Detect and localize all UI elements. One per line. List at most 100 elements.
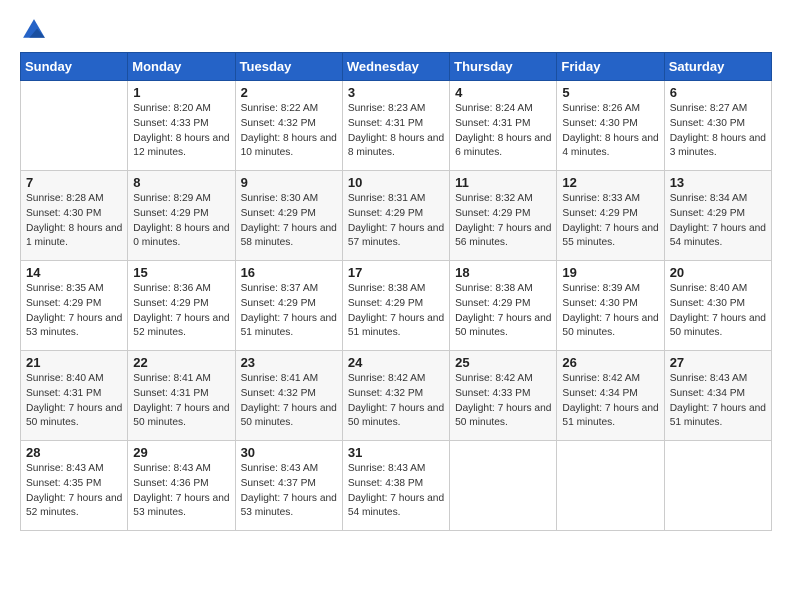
day-info: Sunrise: 8:41 AMSunset: 4:31 PMDaylight:…: [133, 372, 229, 431]
calendar-week-row: 1 Sunrise: 8:20 AMSunset: 4:33 PMDaylight…: [21, 81, 772, 171]
calendar-cell: 14Sunrise: 8:35 AMSunset: 4:29 PMDayligh…: [21, 261, 128, 351]
calendar-cell: [557, 441, 664, 531]
calendar-day-header: Wednesday: [342, 53, 449, 81]
calendar-cell: 2 Sunrise: 8:22 AMSunset: 4:32 PMDaylight…: [235, 81, 342, 171]
day-number: 11: [455, 175, 551, 190]
day-number: 9: [241, 175, 337, 190]
calendar-week-row: 14Sunrise: 8:35 AMSunset: 4:29 PMDayligh…: [21, 261, 772, 351]
day-number: 22: [133, 355, 229, 370]
day-info: Sunrise: 8:43 AMSunset: 4:37 PMDaylight:…: [241, 462, 337, 521]
day-info: Sunrise: 8:24 AMSunset: 4:31 PMDaylight:…: [455, 102, 551, 161]
day-info: Sunrise: 8:36 AMSunset: 4:29 PMDaylight:…: [133, 282, 229, 341]
calendar-header-row: SundayMondayTuesdayWednesdayThursdayFrid…: [21, 53, 772, 81]
day-number: 31: [348, 445, 444, 460]
day-number: 6: [670, 85, 766, 100]
calendar-cell: 8 Sunrise: 8:29 AMSunset: 4:29 PMDaylight…: [128, 171, 235, 261]
calendar-day-header: Monday: [128, 53, 235, 81]
calendar-cell: 11 Sunrise: 8:32 AMSunset: 4:29 PMDayligh…: [450, 171, 557, 261]
calendar-cell: [21, 81, 128, 171]
calendar-table: SundayMondayTuesdayWednesdayThursdayFrid…: [20, 52, 772, 531]
calendar-cell: 16 Sunrise: 8:37 AMSunset: 4:29 PMDayligh…: [235, 261, 342, 351]
calendar-cell: 3Sunrise: 8:23 AMSunset: 4:31 PMDaylight…: [342, 81, 449, 171]
day-number: 10: [348, 175, 444, 190]
calendar-week-row: 21 Sunrise: 8:40 AMSunset: 4:31 PMDayligh…: [21, 351, 772, 441]
calendar-cell: 28 Sunrise: 8:43 AMSunset: 4:35 PMDayligh…: [21, 441, 128, 531]
day-info: Sunrise: 8:27 AMSunset: 4:30 PMDaylight:…: [670, 102, 766, 161]
calendar-cell: 18Sunrise: 8:38 AMSunset: 4:29 PMDayligh…: [450, 261, 557, 351]
calendar-cell: 1 Sunrise: 8:20 AMSunset: 4:33 PMDaylight…: [128, 81, 235, 171]
day-number: 13: [670, 175, 766, 190]
day-info: Sunrise: 8:43 AMSunset: 4:35 PMDaylight:…: [26, 462, 122, 521]
day-info: Sunrise: 8:40 AMSunset: 4:31 PMDaylight:…: [26, 372, 122, 431]
day-info: Sunrise: 8:26 AMSunset: 4:30 PMDaylight:…: [562, 102, 658, 161]
day-number: 1: [133, 85, 229, 100]
calendar-cell: 25 Sunrise: 8:42 AMSunset: 4:33 PMDayligh…: [450, 351, 557, 441]
day-number: 30: [241, 445, 337, 460]
calendar-cell: 22 Sunrise: 8:41 AMSunset: 4:31 PMDayligh…: [128, 351, 235, 441]
day-info: Sunrise: 8:33 AMSunset: 4:29 PMDaylight:…: [562, 192, 658, 251]
day-number: 21: [26, 355, 122, 370]
day-info: Sunrise: 8:41 AMSunset: 4:32 PMDaylight:…: [241, 372, 337, 431]
calendar-week-row: 7 Sunrise: 8:28 AMSunset: 4:30 PMDaylight…: [21, 171, 772, 261]
day-info: Sunrise: 8:42 AMSunset: 4:32 PMDaylight:…: [348, 372, 444, 431]
day-number: 18: [455, 265, 551, 280]
day-info: Sunrise: 8:38 AMSunset: 4:29 PMDaylight:…: [348, 282, 444, 341]
calendar-cell: 31 Sunrise: 8:43 AMSunset: 4:38 PMDayligh…: [342, 441, 449, 531]
day-info: Sunrise: 8:28 AMSunset: 4:30 PMDaylight:…: [26, 192, 122, 251]
day-number: 5: [562, 85, 658, 100]
day-info: Sunrise: 8:37 AMSunset: 4:29 PMDaylight:…: [241, 282, 337, 341]
day-info: Sunrise: 8:20 AMSunset: 4:33 PMDaylight:…: [133, 102, 229, 161]
day-info: Sunrise: 8:32 AMSunset: 4:29 PMDaylight:…: [455, 192, 551, 251]
calendar-cell: 17Sunrise: 8:38 AMSunset: 4:29 PMDayligh…: [342, 261, 449, 351]
calendar-day-header: Tuesday: [235, 53, 342, 81]
day-number: 27: [670, 355, 766, 370]
calendar-cell: 30 Sunrise: 8:43 AMSunset: 4:37 PMDayligh…: [235, 441, 342, 531]
day-number: 23: [241, 355, 337, 370]
logo: [20, 16, 52, 44]
calendar-cell: [664, 441, 771, 531]
day-number: 12: [562, 175, 658, 190]
calendar-cell: 27 Sunrise: 8:43 AMSunset: 4:34 PMDayligh…: [664, 351, 771, 441]
calendar-cell: 6 Sunrise: 8:27 AMSunset: 4:30 PMDaylight…: [664, 81, 771, 171]
day-info: Sunrise: 8:40 AMSunset: 4:30 PMDaylight:…: [670, 282, 766, 341]
calendar-cell: [450, 441, 557, 531]
generalblue-icon: [20, 16, 48, 44]
day-number: 7: [26, 175, 122, 190]
day-info: Sunrise: 8:43 AMSunset: 4:38 PMDaylight:…: [348, 462, 444, 521]
calendar-day-header: Sunday: [21, 53, 128, 81]
day-number: 24: [348, 355, 444, 370]
day-number: 26: [562, 355, 658, 370]
day-number: 28: [26, 445, 122, 460]
calendar-cell: 21 Sunrise: 8:40 AMSunset: 4:31 PMDayligh…: [21, 351, 128, 441]
day-info: Sunrise: 8:43 AMSunset: 4:36 PMDaylight:…: [133, 462, 229, 521]
calendar-cell: 5 Sunrise: 8:26 AMSunset: 4:30 PMDaylight…: [557, 81, 664, 171]
calendar-day-header: Thursday: [450, 53, 557, 81]
calendar-cell: 4 Sunrise: 8:24 AMSunset: 4:31 PMDaylight…: [450, 81, 557, 171]
day-number: 3: [348, 85, 444, 100]
day-number: 4: [455, 85, 551, 100]
day-number: 25: [455, 355, 551, 370]
calendar-cell: 29 Sunrise: 8:43 AMSunset: 4:36 PMDayligh…: [128, 441, 235, 531]
calendar-cell: 23 Sunrise: 8:41 AMSunset: 4:32 PMDayligh…: [235, 351, 342, 441]
page-header: [20, 16, 772, 44]
day-info: Sunrise: 8:42 AMSunset: 4:34 PMDaylight:…: [562, 372, 658, 431]
calendar-cell: 12 Sunrise: 8:33 AMSunset: 4:29 PMDayligh…: [557, 171, 664, 261]
day-number: 8: [133, 175, 229, 190]
day-number: 14: [26, 265, 122, 280]
calendar-cell: 7 Sunrise: 8:28 AMSunset: 4:30 PMDaylight…: [21, 171, 128, 261]
day-number: 2: [241, 85, 337, 100]
day-number: 29: [133, 445, 229, 460]
calendar-day-header: Friday: [557, 53, 664, 81]
calendar-cell: 20 Sunrise: 8:40 AMSunset: 4:30 PMDayligh…: [664, 261, 771, 351]
calendar-cell: 10 Sunrise: 8:31 AMSunset: 4:29 PMDayligh…: [342, 171, 449, 261]
day-number: 19: [562, 265, 658, 280]
day-info: Sunrise: 8:30 AMSunset: 4:29 PMDaylight:…: [241, 192, 337, 251]
day-info: Sunrise: 8:42 AMSunset: 4:33 PMDaylight:…: [455, 372, 551, 431]
day-number: 20: [670, 265, 766, 280]
day-info: Sunrise: 8:22 AMSunset: 4:32 PMDaylight:…: [241, 102, 337, 161]
day-info: Sunrise: 8:29 AMSunset: 4:29 PMDaylight:…: [133, 192, 229, 251]
day-number: 16: [241, 265, 337, 280]
day-info: Sunrise: 8:31 AMSunset: 4:29 PMDaylight:…: [348, 192, 444, 251]
day-info: Sunrise: 8:43 AMSunset: 4:34 PMDaylight:…: [670, 372, 766, 431]
calendar-week-row: 28 Sunrise: 8:43 AMSunset: 4:35 PMDayligh…: [21, 441, 772, 531]
